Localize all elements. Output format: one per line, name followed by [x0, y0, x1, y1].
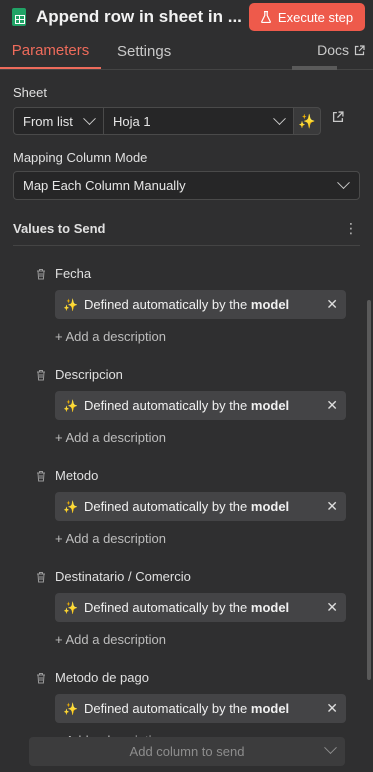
- external-link-icon[interactable]: [332, 111, 344, 123]
- field-value-text: Defined automatically by the: [83, 297, 251, 312]
- field-value-bold: model: [250, 701, 290, 716]
- add-column-label: Add column to send: [129, 744, 245, 759]
- field-value: Defined automatically by the model: [84, 398, 326, 413]
- trash-icon[interactable]: [35, 369, 47, 381]
- field-item: Descripcion ✨ Defined automatically by t…: [35, 367, 360, 445]
- parameters-panel: Sheet From list Hoja 1 ✨ Mapping Column …: [0, 70, 373, 748]
- sparkles-icon: ✨: [63, 398, 78, 413]
- sheet-select[interactable]: Hoja 1: [104, 107, 294, 135]
- field-value-bold: model: [250, 398, 290, 413]
- sparkles-icon: ✨: [63, 701, 78, 716]
- sheet-mode-value: From list: [23, 113, 73, 129]
- trash-icon[interactable]: [35, 268, 47, 280]
- trash-icon[interactable]: [35, 470, 47, 482]
- chevron-down-icon: [83, 111, 96, 125]
- more-options-icon[interactable]: ⋮: [344, 220, 360, 237]
- field-title: Fecha: [35, 266, 360, 281]
- field-value-bold: model: [250, 499, 290, 514]
- field-title: Metodo de pago: [35, 670, 360, 685]
- field-title: Metodo: [35, 468, 360, 483]
- sheet-label: Sheet: [13, 85, 47, 100]
- values-to-send-header: Values to Send ⋮: [13, 220, 360, 246]
- sparkles-icon: ✨: [63, 600, 78, 615]
- flask-icon: [261, 11, 271, 23]
- field-title: Destinatario / Comercio: [35, 569, 360, 584]
- sparkles-icon: ✨: [298, 112, 316, 129]
- field-value-box[interactable]: ✨ Defined automatically by the model ✕: [55, 290, 346, 319]
- field-value-box[interactable]: ✨ Defined automatically by the model ✕: [55, 391, 346, 420]
- field-value: Defined automatically by the model: [84, 297, 326, 312]
- field-value-text: Defined automatically by the: [83, 600, 251, 615]
- field-item: Fecha ✨ Defined automatically by the mod…: [35, 266, 360, 344]
- field-value-box[interactable]: ✨ Defined automatically by the model ✕: [55, 593, 346, 622]
- field-value-box[interactable]: ✨ Defined automatically by the model ✕: [55, 492, 346, 521]
- google-sheets-icon: [12, 8, 26, 26]
- ai-fill-button[interactable]: ✨: [294, 107, 321, 135]
- field-name: Metodo de pago: [55, 670, 149, 685]
- vertical-scrollbar[interactable]: [367, 300, 371, 680]
- values-to-send-label: Values to Send: [13, 221, 106, 236]
- field-name: Fecha: [55, 266, 92, 281]
- node-title[interactable]: Append row in sheet in ...: [36, 7, 249, 27]
- tab-parameters[interactable]: Parameters: [0, 34, 101, 69]
- field-value: Defined automatically by the model: [84, 499, 326, 514]
- mapping-mode-select[interactable]: Map Each Column Manually: [13, 171, 360, 200]
- trash-icon[interactable]: [35, 571, 47, 583]
- field-item: Metodo ✨ Defined automatically by the mo…: [35, 468, 360, 546]
- close-icon[interactable]: ✕: [326, 700, 338, 717]
- field-title: Descripcion: [35, 367, 360, 382]
- field-value-bold: model: [250, 600, 290, 615]
- sheet-row: From list Hoja 1 ✨: [13, 107, 360, 135]
- field-item: Destinatario / Comercio ✨ Defined automa…: [35, 569, 360, 647]
- mapping-label: Mapping Column Mode: [13, 150, 148, 165]
- trash-icon[interactable]: [35, 672, 47, 684]
- tab-settings[interactable]: Settings: [109, 34, 179, 69]
- chevron-down-icon: [324, 741, 337, 755]
- docs-link[interactable]: Docs: [317, 42, 365, 58]
- execute-step-label: Execute step: [277, 9, 354, 25]
- node-header: Append row in sheet in ... Execute step: [0, 0, 373, 34]
- sheet-mode-select[interactable]: From list: [13, 107, 104, 135]
- add-description-link[interactable]: + Add a description: [55, 329, 360, 344]
- field-value-text: Defined automatically by the: [83, 499, 251, 514]
- close-icon[interactable]: ✕: [326, 296, 338, 313]
- field-value-text: Defined automatically by the: [83, 701, 251, 716]
- mapping-mode-value: Map Each Column Manually: [23, 178, 186, 193]
- sparkles-icon: ✨: [63, 499, 78, 514]
- add-description-link[interactable]: + Add a description: [55, 632, 360, 647]
- field-value: Defined automatically by the model: [84, 600, 326, 615]
- field-name: Destinatario / Comercio: [55, 569, 191, 584]
- add-description-link[interactable]: + Add a description: [55, 531, 360, 546]
- field-name: Metodo: [55, 468, 99, 483]
- docs-label: Docs: [317, 42, 349, 58]
- field-value-bold: model: [250, 297, 290, 312]
- add-column-select[interactable]: Add column to send: [29, 737, 345, 766]
- chevron-down-icon: [337, 176, 350, 190]
- execute-step-button[interactable]: Execute step: [249, 3, 365, 31]
- external-link-icon: [354, 44, 365, 55]
- add-description-link[interactable]: + Add a description: [55, 430, 360, 445]
- field-value: Defined automatically by the model: [84, 701, 326, 716]
- sheet-value: Hoja 1: [113, 113, 151, 129]
- close-icon[interactable]: ✕: [326, 397, 338, 414]
- field-name: Descripcion: [55, 367, 123, 382]
- close-icon[interactable]: ✕: [326, 498, 338, 515]
- chevron-down-icon: [273, 111, 286, 125]
- field-value-text: Defined automatically by the: [83, 398, 251, 413]
- sparkles-icon: ✨: [63, 297, 78, 312]
- field-value-box[interactable]: ✨ Defined automatically by the model ✕: [55, 694, 346, 723]
- tab-bar: Parameters Settings Docs: [0, 34, 373, 70]
- close-icon[interactable]: ✕: [326, 599, 338, 616]
